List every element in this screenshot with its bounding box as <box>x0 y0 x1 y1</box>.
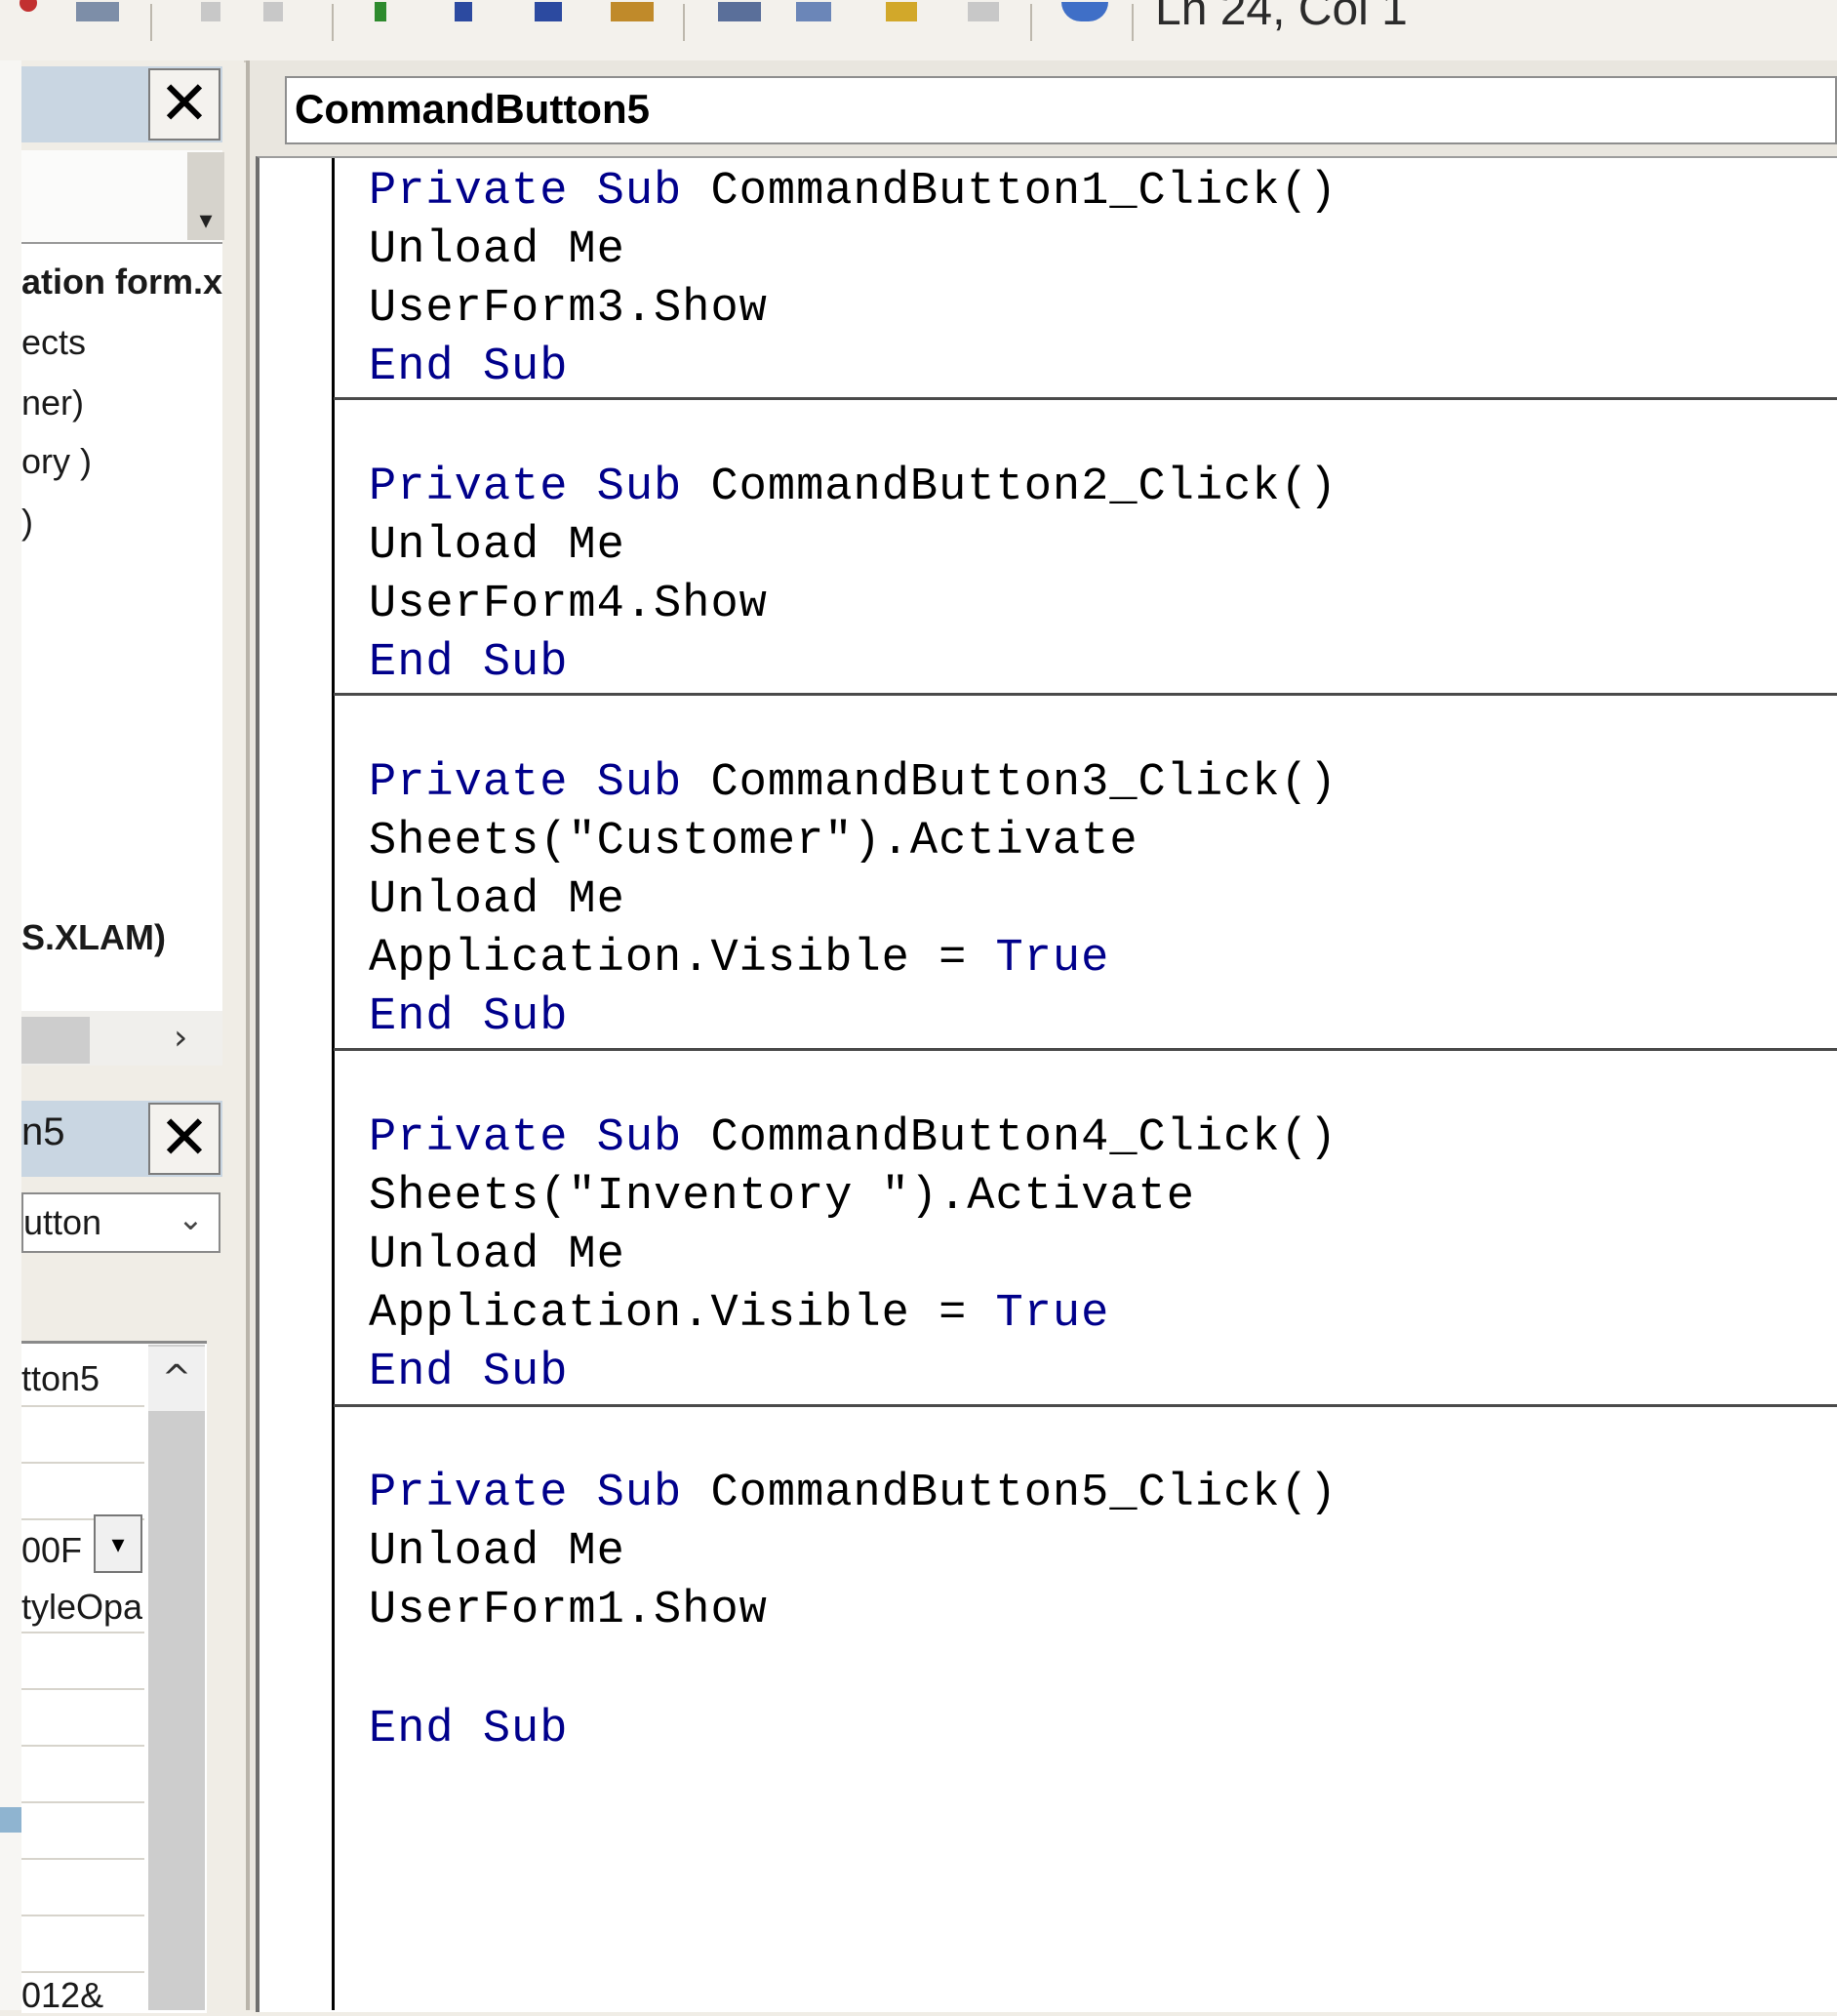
procedure-separator <box>334 1404 1837 1407</box>
cursor-position-status: Ln 24, Col 1 <box>1155 0 1408 35</box>
procedure-dropdown-value: CommandButton5 <box>295 86 650 132</box>
toolbar-separator <box>1132 4 1134 41</box>
object-combo[interactable]: utton ⌄ <box>21 1192 220 1253</box>
project-explorer-icon[interactable] <box>718 2 761 21</box>
code-keyword: Private Sub <box>369 1112 711 1164</box>
code-keyword: Private Sub <box>369 166 711 218</box>
project-explorer-close-button[interactable]: ✕ <box>148 68 220 141</box>
code-line[interactable]: End Sub <box>369 991 568 1043</box>
toolbox-icon[interactable] <box>968 2 999 21</box>
property-row <box>21 1915 144 1916</box>
code-line[interactable]: UserForm1.Show <box>369 1585 768 1636</box>
code-line[interactable]: Sheets("Inventory ").Activate <box>369 1171 1195 1223</box>
run-icon[interactable] <box>375 2 386 21</box>
code-keyword: Private Sub <box>369 462 711 513</box>
scroll-right-icon[interactable]: › <box>174 1015 209 1062</box>
code-keyword: True <box>995 933 1110 985</box>
object-browser-icon[interactable] <box>886 2 917 21</box>
tree-item-addin-project[interactable]: S.XLAM) <box>21 917 166 958</box>
tree-item-sheet[interactable]: ) <box>21 502 33 543</box>
code-line[interactable]: Unload Me <box>369 1526 625 1578</box>
property-row <box>21 1462 144 1464</box>
help-icon[interactable] <box>1061 2 1108 21</box>
break-icon[interactable] <box>455 2 472 21</box>
redo-icon[interactable] <box>263 2 283 21</box>
code-line[interactable]: Application.Visible = True <box>369 1288 1109 1340</box>
code-line[interactable]: UserForm4.Show <box>369 579 768 630</box>
property-row <box>21 1801 144 1803</box>
code-keyword: Private Sub <box>369 757 711 809</box>
code-keyword: Private Sub <box>369 1468 711 1519</box>
code-line[interactable]: UserForm3.Show <box>369 283 768 335</box>
tree-item-inventory-sheet[interactable]: ory ) <box>21 441 92 482</box>
toolbar-separator <box>332 4 334 41</box>
procedure-dropdown[interactable]: CommandButton5 <box>285 76 1837 144</box>
toolbar-separator <box>1030 4 1032 41</box>
code-line[interactable]: Sheets("Customer").Activate <box>369 816 1138 867</box>
undo-icon[interactable] <box>201 2 220 21</box>
record-icon[interactable] <box>20 0 37 12</box>
code-line[interactable]: Unload Me <box>369 520 625 572</box>
code-line[interactable]: Private Sub CommandButton5_Click() <box>369 1468 1338 1519</box>
tree-item-project[interactable]: ation form.x <box>21 262 222 302</box>
toolbar-separator <box>683 4 685 41</box>
tree-item-objects-folder[interactable]: ects <box>21 322 86 363</box>
procedure-separator <box>334 1048 1837 1051</box>
properties-window-icon[interactable] <box>796 2 831 21</box>
hscroll-thumb[interactable] <box>21 1017 90 1064</box>
procedure-separator <box>334 397 1837 400</box>
code-line[interactable]: Unload Me <box>369 874 625 926</box>
dropdown-arrow-icon[interactable]: ▾ <box>94 1514 142 1573</box>
splitter-marker <box>0 1807 21 1833</box>
code-line[interactable]: Private Sub CommandButton3_Click() <box>369 757 1338 809</box>
code-line[interactable]: Unload Me <box>369 224 625 276</box>
properties-vscrollbar[interactable] <box>148 1345 205 2010</box>
chevron-down-icon[interactable]: ⌄ <box>178 1200 204 1237</box>
property-row <box>21 1405 144 1407</box>
properties-title: n5 <box>21 1110 65 1153</box>
property-backcolor-value[interactable]: 00F <box>21 1530 82 1571</box>
vbe-toolbar: Ln 24, Col 1 <box>0 0 1837 62</box>
code-line[interactable]: Unload Me <box>369 1230 625 1281</box>
property-row <box>21 1858 144 1860</box>
design-mode-icon[interactable] <box>611 2 654 21</box>
property-row <box>21 1745 144 1747</box>
property-name-value[interactable]: tton5 <box>21 1358 100 1399</box>
property-backstyle-value[interactable]: tyleOpa <box>21 1587 142 1628</box>
property-row <box>21 1688 144 1690</box>
code-line[interactable]: End Sub <box>369 342 568 393</box>
code-line[interactable]: Application.Visible = True <box>369 933 1109 985</box>
view-excel-icon[interactable] <box>76 2 119 21</box>
code-line[interactable]: Private Sub CommandButton2_Click() <box>369 462 1338 513</box>
code-line[interactable]: End Sub <box>369 1347 568 1398</box>
scroll-up-icon[interactable]: ^ <box>148 1347 205 1411</box>
code-line[interactable]: Private Sub CommandButton1_Click() <box>369 166 1338 218</box>
margin-indicator-bar <box>261 158 335 2010</box>
tree-item-customer-sheet[interactable]: ner) <box>21 383 84 423</box>
procedure-separator <box>334 693 1837 696</box>
object-combo-value: utton <box>23 1202 102 1242</box>
left-edge-strip <box>0 60 21 2010</box>
dropdown-arrow-icon[interactable]: ▾ <box>193 205 219 234</box>
properties-close-button[interactable]: ✕ <box>148 1103 220 1175</box>
code-line[interactable]: Private Sub CommandButton4_Click() <box>369 1112 1338 1164</box>
property-row <box>21 1971 144 1973</box>
code-line[interactable]: End Sub <box>369 1704 568 1755</box>
code-line[interactable]: End Sub <box>369 637 568 689</box>
reset-icon[interactable] <box>535 2 562 21</box>
code-keyword: True <box>995 1288 1110 1340</box>
toolbar-separator <box>150 4 152 41</box>
property-row <box>21 1632 144 1633</box>
